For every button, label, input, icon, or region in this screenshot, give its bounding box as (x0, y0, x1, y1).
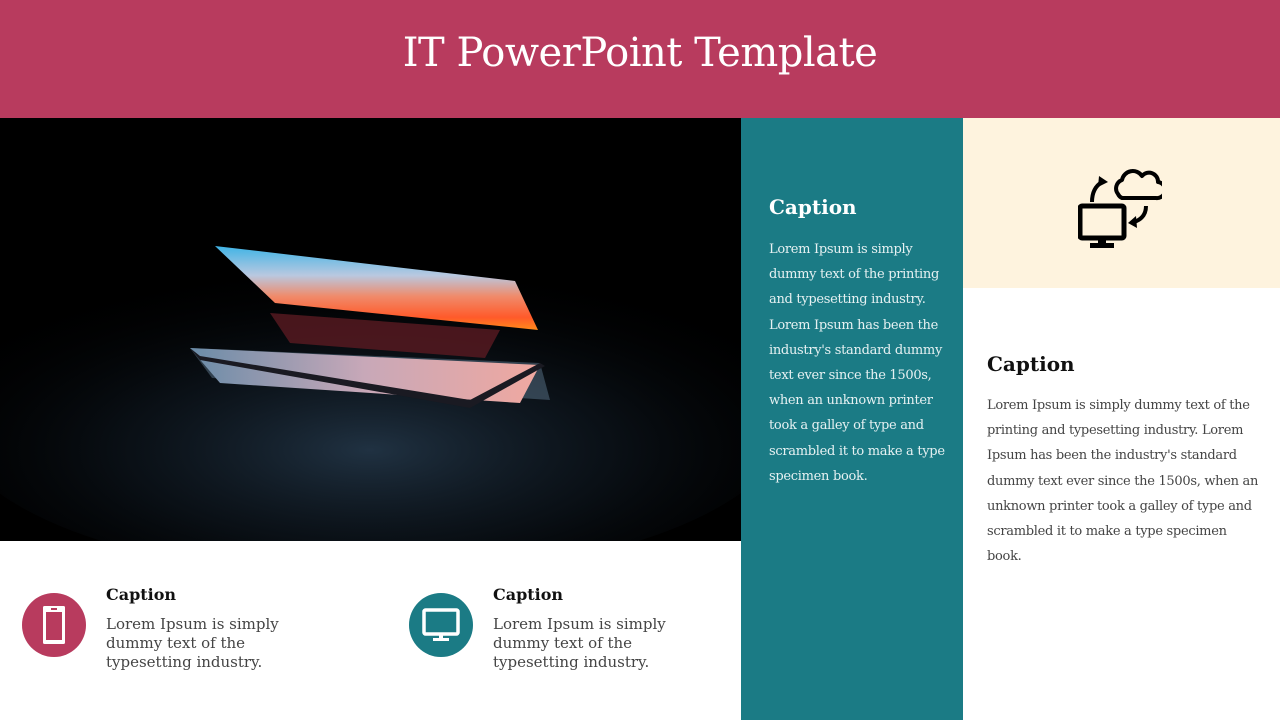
teal-caption-heading: Caption (769, 195, 857, 219)
feature-caption-heading: Caption (106, 585, 177, 604)
right-caption-heading: Caption (987, 352, 1075, 376)
feature-caption-body: Lorem Ipsum is simply dummy text of the … (106, 615, 279, 671)
laptop-image (0, 118, 741, 541)
smartphone-icon-circle (22, 593, 86, 657)
feature-caption-heading: Caption (493, 585, 564, 604)
laptop-photo (0, 118, 741, 541)
slide-title: IT PowerPoint Template (402, 30, 878, 76)
computer-cloud-sync-icon (1078, 169, 1162, 248)
right-caption-body: Lorem Ipsum is simply dummy text of the … (987, 398, 1259, 565)
monitor-icon (422, 608, 460, 641)
smartphone-icon (43, 606, 65, 644)
title-banner: IT PowerPoint Template (0, 0, 1280, 118)
teal-caption-panel: Caption Lorem Ipsum is simply dummy text… (741, 118, 963, 720)
teal-caption-body: Lorem Ipsum is simply dummy text of the … (769, 242, 945, 484)
feature-caption-body: Lorem Ipsum is simply dummy text of the … (493, 615, 666, 671)
monitor-icon-circle (409, 593, 473, 657)
